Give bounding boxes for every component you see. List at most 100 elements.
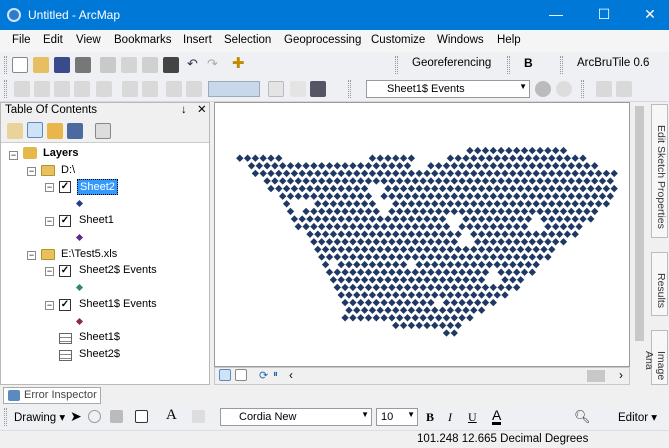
toolbar-grip[interactable] [581,80,584,98]
underline-button[interactable]: U [468,410,477,425]
folder-xls-label[interactable]: E:\Test5.xls [61,247,117,263]
color-swatch-combo[interactable] [208,81,260,97]
tab-error-inspector[interactable]: Error Inspector [3,387,101,404]
binoculars-icon[interactable] [310,81,326,97]
menu-view[interactable]: View [76,34,101,46]
fixed-zoom-icon[interactable] [96,81,112,97]
open-folder-icon[interactable] [33,57,49,73]
magnifier-icon[interactable]: 🔍︎ [574,410,591,426]
toolbar-grip[interactable] [395,56,398,74]
bing-button[interactable]: B [524,56,533,70]
toolbar-grip[interactable] [4,80,7,98]
sheet1-visibility-checkbox[interactable]: ✓ [59,215,71,227]
maximize-button[interactable]: ☐ [588,0,620,30]
undo-icon[interactable]: ↶ [187,57,203,73]
swipe-icon[interactable] [596,81,612,97]
pan-icon[interactable] [54,81,70,97]
tab-edit-sketch-properties[interactable]: Edit Sketch Properties [651,104,668,238]
sheet2-events-visibility-checkbox[interactable]: ✓ [59,265,71,277]
cut-icon[interactable] [100,57,116,73]
menu-bookmarks[interactable]: Bookmarks [114,34,172,46]
zoom-out-icon[interactable] [34,81,50,97]
close-button[interactable]: ✕ [634,0,666,30]
horizontal-scroll-thumb[interactable] [587,370,605,382]
scroll-thumb[interactable] [635,106,644,341]
map-view[interactable] [214,102,630,367]
layer-sheet1[interactable]: Sheet1 [79,213,114,229]
copy-icon[interactable] [121,57,137,73]
identify-icon[interactable] [290,81,306,97]
layer-sheet2-events[interactable]: Sheet2$ Events [79,263,157,279]
pin-icon[interactable]: ↓ [181,103,187,118]
data-view-icon[interactable] [219,369,231,381]
font-combo[interactable]: Cordia New ▼ [220,408,372,426]
toolbar-grip[interactable] [507,56,510,74]
text-tool-icon[interactable]: A [166,407,177,424]
toolbar-grip[interactable] [4,408,7,426]
layers-label[interactable]: Layers [43,146,78,162]
toolbar-grip[interactable] [560,56,563,74]
delete-icon[interactable] [163,57,179,73]
brightness-icon[interactable] [556,81,572,97]
table-sheet1[interactable]: Sheet1$ [79,330,120,346]
tab-image-analysis[interactable]: Image Ana [643,330,668,385]
drawing-menu[interactable]: Drawing ▾ [14,410,65,424]
add-data-icon[interactable]: ✚ [232,56,248,73]
minimize-button[interactable]: — [540,0,572,30]
redo-icon[interactable]: ↷ [207,57,223,73]
list-by-source-icon[interactable] [27,122,43,138]
bold-button[interactable]: B [426,410,434,425]
menu-selection[interactable]: Selection [224,34,271,46]
flicker-icon[interactable] [616,81,632,97]
layout-view-icon[interactable] [235,369,247,381]
select-features-icon[interactable] [166,81,182,97]
rotate-icon[interactable] [88,410,101,423]
save-icon[interactable] [54,57,70,73]
rectangle-icon[interactable] [135,410,148,423]
collapse-icon[interactable]: − [27,167,36,176]
menu-windows[interactable]: Windows [437,34,484,46]
refresh-icon[interactable]: ⟳ [259,369,268,382]
clear-selection-icon[interactable] [186,81,202,97]
list-by-selection-icon[interactable] [67,123,83,139]
menu-customize[interactable]: Customize [371,34,425,46]
layout-icon[interactable] [268,81,284,97]
toolbar-grip[interactable] [348,80,351,98]
font-size-combo[interactable]: 10 ▼ [376,408,418,426]
forward-extent-icon[interactable] [142,81,158,97]
scroll-right-icon[interactable]: › [619,368,623,382]
italic-button[interactable]: I [448,410,452,425]
sheet2-visibility-checkbox[interactable]: ✓ [59,181,71,193]
paste-icon[interactable] [142,57,158,73]
collapse-icon[interactable]: − [45,183,54,192]
menu-edit[interactable]: Edit [43,34,63,46]
sheet1-events-visibility-checkbox[interactable]: ✓ [59,299,71,311]
table-sheet2[interactable]: Sheet2$ [79,347,120,363]
georeferencing-menu[interactable]: Georeferencing [412,57,491,69]
scroll-left-icon[interactable]: ‹ [289,368,293,382]
zoom-whole-page-icon[interactable] [110,410,123,423]
folder-d-label[interactable]: D:\ [61,163,75,179]
contrast-icon[interactable] [535,81,551,97]
list-by-visibility-icon[interactable] [47,123,63,139]
list-by-drawing-order-icon[interactable] [7,123,23,139]
edit-vertices-icon[interactable] [192,410,205,423]
select-elements-icon[interactable]: ➤ [70,408,82,425]
collapse-icon[interactable]: − [9,151,18,160]
menu-geoprocessing[interactable]: Geoprocessing [284,34,361,46]
zoom-in-icon[interactable] [14,81,30,97]
font-color-icon[interactable]: A [492,408,502,425]
back-extent-icon[interactable] [122,81,138,97]
menu-file[interactable]: File [12,34,31,46]
map-vertical-scrollbar[interactable] [632,102,648,367]
tab-results[interactable]: Results [651,252,668,316]
print-icon[interactable] [75,57,91,73]
options-icon[interactable] [95,123,111,139]
menu-insert[interactable]: Insert [183,34,212,46]
pause-icon[interactable]: ⏸ [273,369,278,380]
close-icon[interactable]: ✕ [197,103,207,118]
collapse-icon[interactable]: − [45,267,54,276]
layer-combo[interactable]: Sheet1$ Events ▼ [366,80,530,98]
new-document-icon[interactable] [12,57,28,73]
collapse-icon[interactable]: − [45,301,54,310]
